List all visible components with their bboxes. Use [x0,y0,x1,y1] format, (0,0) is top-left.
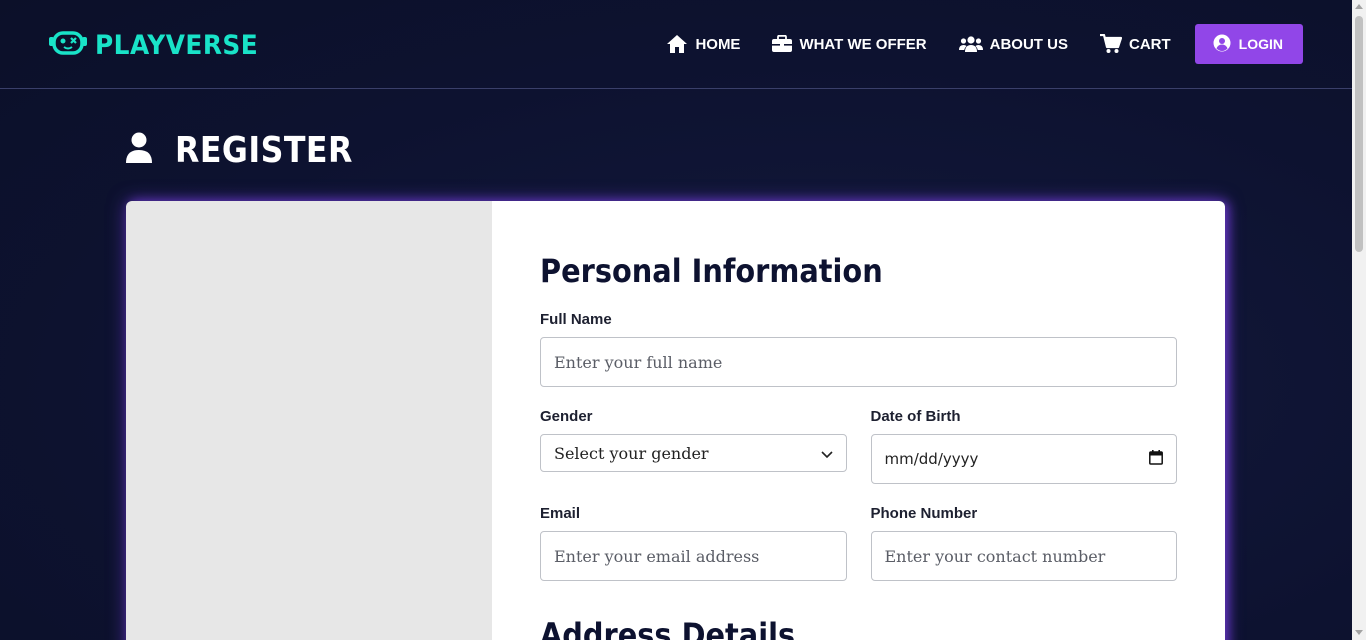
calendar-icon[interactable] [1149,449,1163,469]
email-label: Email [540,505,581,522]
user-circle-icon [1213,34,1231,55]
dob-label: Date of Birth [870,408,961,425]
card-image-panel [126,201,492,640]
nav-item-about-us[interactable]: ABOUT US [958,35,1068,53]
phone-label: Phone Number [870,505,978,522]
nav-item-label: HOME [695,35,741,53]
gender-select[interactable]: Select your gender [540,434,847,472]
briefcase-icon [772,35,793,53]
nav-item-label: ABOUT US [989,35,1068,53]
cart-icon [1099,34,1122,54]
scroll-down-arrow[interactable] [1355,630,1363,635]
nav-item-cart[interactable]: CART [1099,34,1171,54]
register-form: Personal Information Full Name Gender Se… [492,201,1225,640]
gamepad-robot-icon [49,28,87,63]
full-name-label: Full Name [540,311,612,328]
nav-item-label: WHAT WE OFFER [799,35,927,53]
nav-item-home[interactable]: HOME [666,34,740,54]
home-icon [666,34,688,54]
login-button[interactable]: LOGIN [1194,24,1303,64]
email-input[interactable] [540,531,847,581]
nav-item-label: CART [1128,35,1171,53]
users-icon [958,35,983,53]
nav-item-what-we-offer[interactable]: WHAT WE OFFER [772,35,927,53]
full-name-input[interactable] [540,337,1177,387]
phone-input[interactable] [870,531,1177,581]
brand-name: PLAYVERSE [95,30,259,61]
dob-value: mm/dd/yyyy [884,450,979,468]
main-nav: HOME WHAT WE OFFER ABOUT US CART LOGIN [666,24,1303,64]
scroll-up-arrow[interactable] [1355,4,1363,9]
page-title-text: REGISTER [175,130,353,171]
user-icon [125,132,153,169]
page-scrollbar[interactable] [1352,0,1366,640]
address-details-heading: Address Details [540,616,796,640]
gender-label: Gender [540,408,593,425]
page-title: REGISTER [125,130,377,171]
chevron-down-icon [820,444,833,463]
dob-input[interactable]: mm/dd/yyyy [870,434,1177,484]
site-header: PLAYVERSE HOME WHAT WE OFFER ABOUT US CA… [0,0,1352,89]
scroll-thumb[interactable] [1355,16,1363,252]
gender-selected-value: Select your gender [554,443,709,463]
brand-logo[interactable]: PLAYVERSE [49,28,272,63]
personal-info-heading: Personal Information [540,252,883,290]
login-label: LOGIN [1238,36,1283,52]
register-card: Personal Information Full Name Gender Se… [126,201,1225,640]
